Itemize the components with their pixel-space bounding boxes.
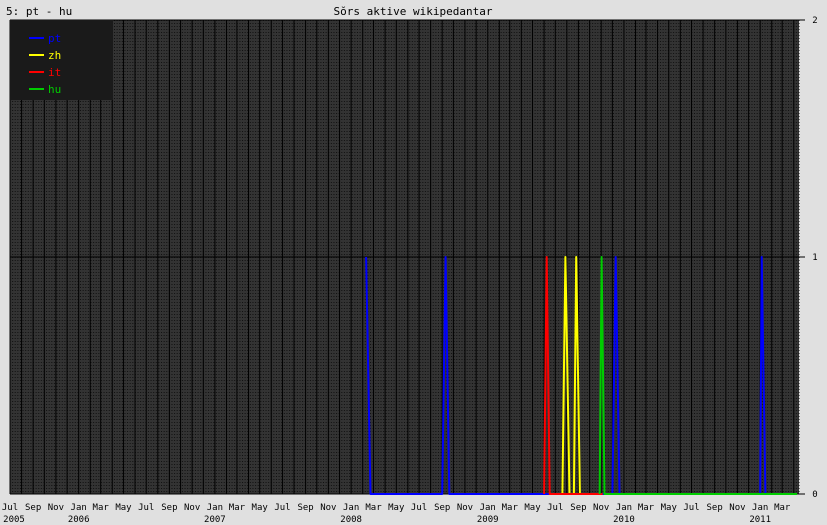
x-year-label: 2009 xyxy=(477,515,499,525)
x-tick-label: Jul xyxy=(411,503,427,513)
x-tick-label: Mar xyxy=(93,503,110,513)
x-tick-label: Mar xyxy=(229,503,246,513)
x-tick-label: Sep xyxy=(161,503,177,513)
x-tick-label: May xyxy=(388,503,405,513)
x-tick-label: May xyxy=(252,503,269,513)
chart-svg: 5: pt - hu Sŏrs aktive wikipedantar Jul S… xyxy=(0,0,827,525)
x-tick-label: Jan xyxy=(343,503,359,513)
x-tick-label: Jul xyxy=(274,503,290,513)
chart-title: Sŏrs aktive wikipedantar xyxy=(334,5,493,18)
x-tick-label: Mar xyxy=(774,503,791,513)
x-tick-label: May xyxy=(115,503,132,513)
x-tick-label: Mar xyxy=(638,503,655,513)
x-year-label: 2006 xyxy=(68,515,90,525)
x-tick-label: Mar xyxy=(502,503,519,513)
legend: pt zh it hu xyxy=(10,20,113,100)
x-year-label: 2011 xyxy=(749,515,771,525)
x-tick-label: Sep xyxy=(570,503,586,513)
x-tick-label: Jan xyxy=(616,503,632,513)
x-tick-label: Jan xyxy=(207,503,223,513)
legend-label-hu: hu xyxy=(48,83,61,96)
x-tick-label: Nov xyxy=(729,503,745,513)
y-tick-label: 1 xyxy=(812,253,817,263)
x-tick-label: Nov xyxy=(457,503,473,513)
x-year-label: 2010 xyxy=(613,515,635,525)
legend-label-pt: pt xyxy=(48,32,61,45)
x-tick-label: Jul xyxy=(2,503,18,513)
x-year-label: 2005 xyxy=(3,515,25,525)
x-year-label: 2007 xyxy=(204,515,226,525)
x-tick-label: Nov xyxy=(593,503,609,513)
y-tick-label: 2 xyxy=(812,16,817,26)
x-tick-label: Sep xyxy=(707,503,723,513)
x-tick-label: Jul xyxy=(683,503,699,513)
x-tick-label: Mar xyxy=(365,503,382,513)
chart-subtitle: 5: pt - hu xyxy=(6,5,72,18)
x-tick-label: Sep xyxy=(25,503,41,513)
x-tick-label: Jul xyxy=(138,503,154,513)
x-tick-label: May xyxy=(524,503,541,513)
x-tick-label: Jul xyxy=(547,503,563,513)
x-tick-label: Sep xyxy=(434,503,450,513)
x-tick-label: Jan xyxy=(71,503,87,513)
y-tick-label: 0 xyxy=(812,490,817,500)
x-tick-label: Nov xyxy=(320,503,336,513)
x-tick-label: Sep xyxy=(297,503,313,513)
x-tick-label: Nov xyxy=(48,503,64,513)
legend-box xyxy=(10,20,113,100)
x-tick-label: May xyxy=(661,503,678,513)
x-tick-label: Jan xyxy=(480,503,496,513)
x-tick-label: Jan xyxy=(752,503,768,513)
legend-label-zh: zh xyxy=(48,49,61,62)
x-year-label: 2008 xyxy=(340,515,362,525)
legend-label-it: it xyxy=(48,66,61,79)
x-tick-label: Nov xyxy=(184,503,200,513)
